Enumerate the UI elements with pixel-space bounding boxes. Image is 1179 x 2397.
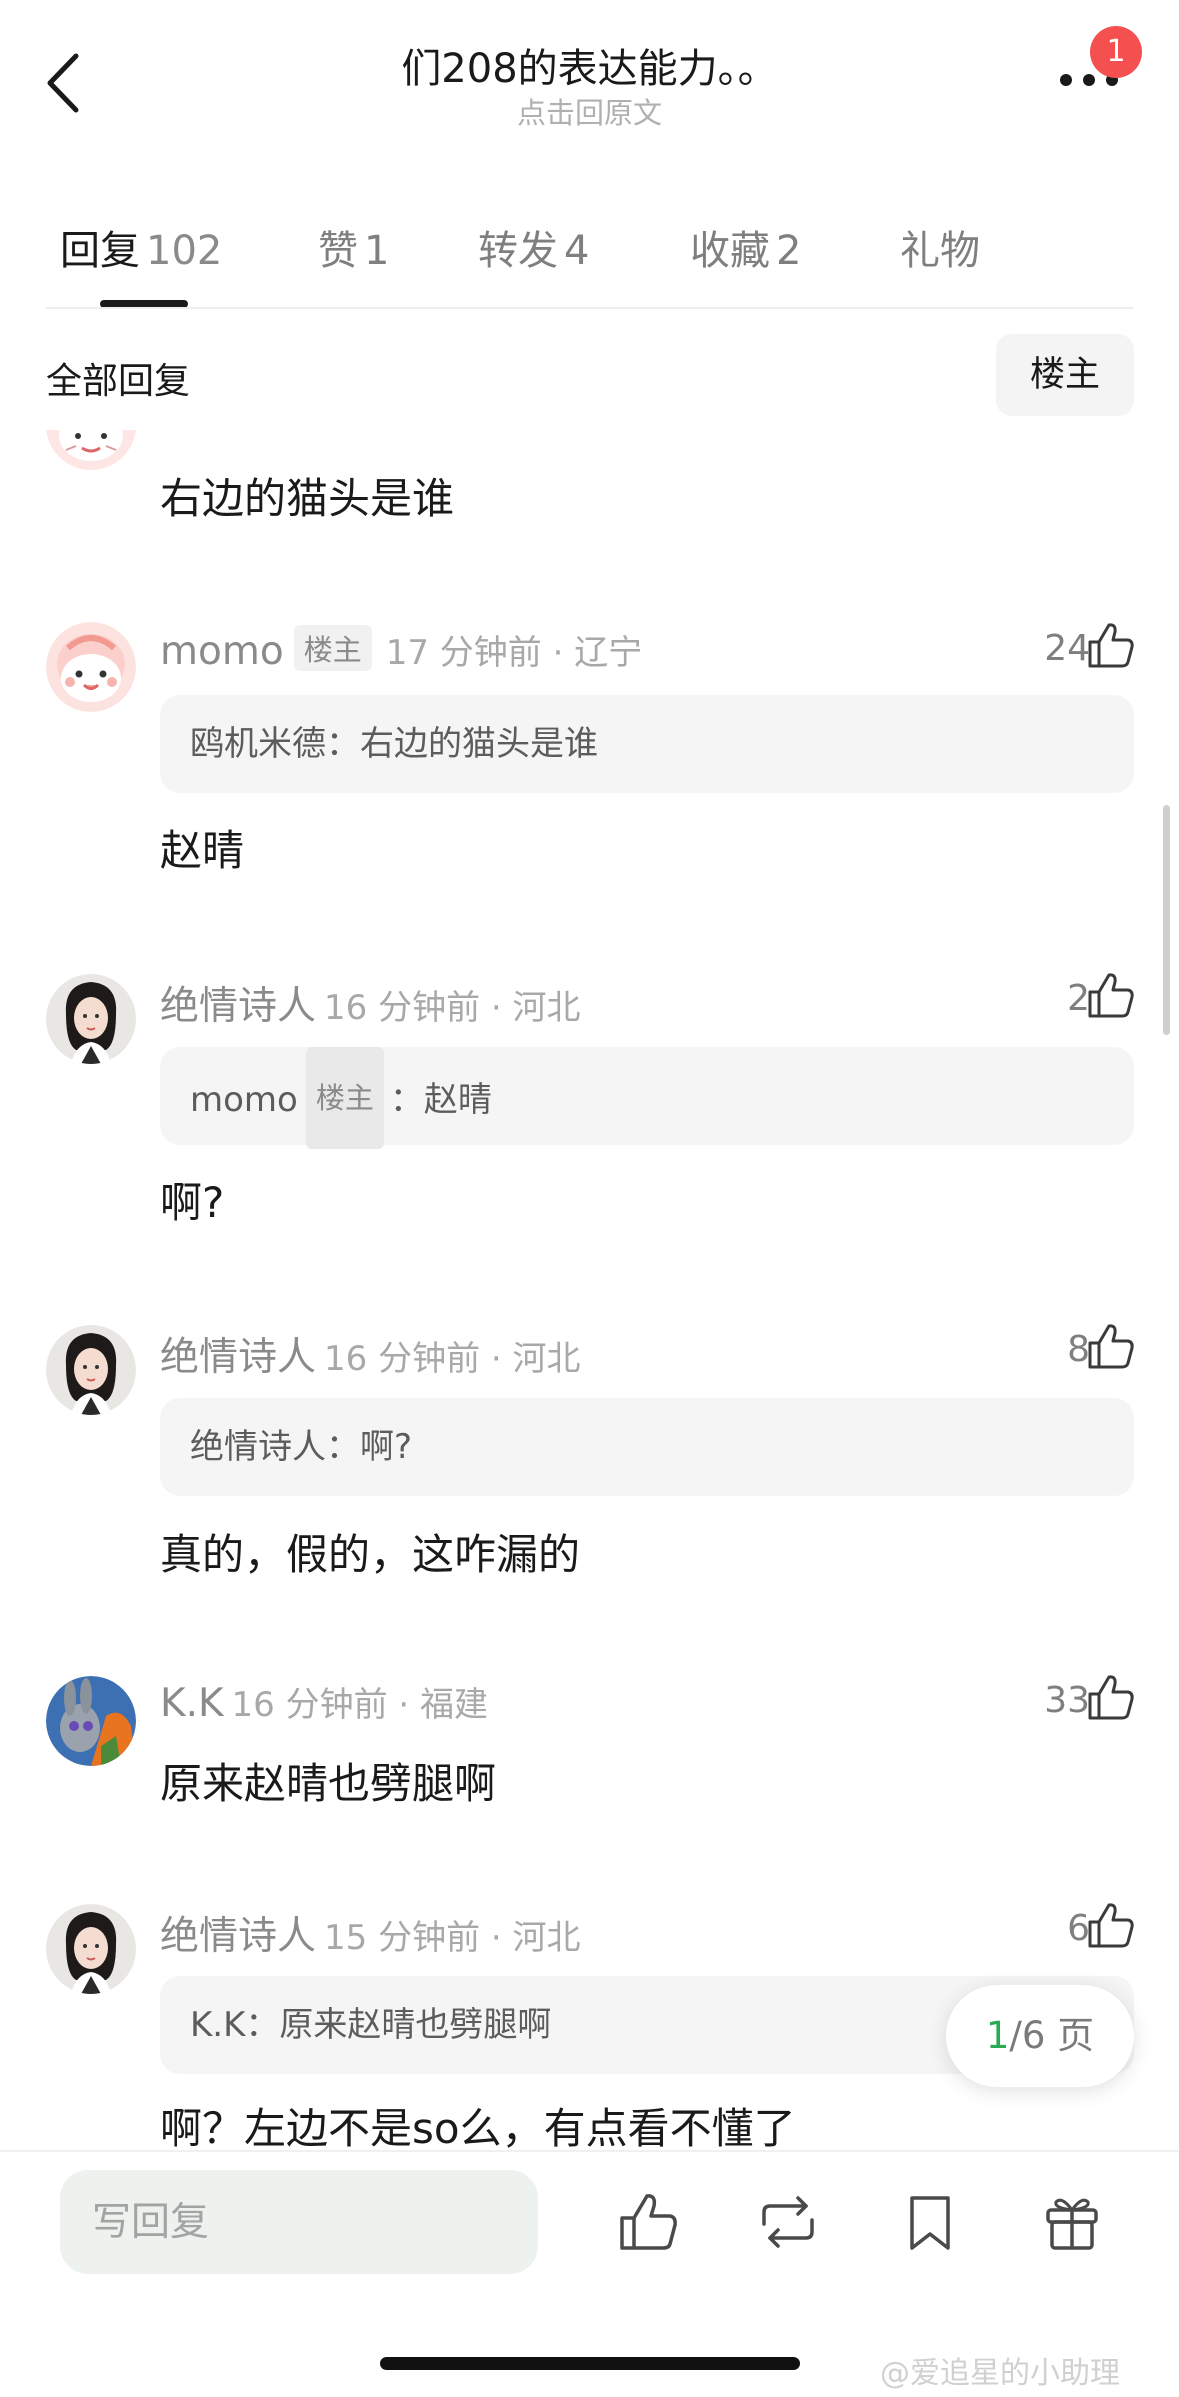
page-indicator-button[interactable]: 1/6 页: [946, 1985, 1134, 2087]
thumbs-up-icon[interactable]: [1086, 620, 1136, 670]
gift-icon[interactable]: [1040, 2190, 1104, 2254]
notification-badge: 1: [1090, 26, 1142, 78]
quote-text: 绝情诗人：啊?: [190, 1427, 413, 1467]
bookmark-icon[interactable]: [898, 2190, 962, 2254]
author-name[interactable]: 绝情诗人: [160, 1335, 316, 1380]
like-count: 8: [1067, 1329, 1090, 1370]
comment-text: 啊?: [160, 1178, 225, 1227]
thumbs-up-icon[interactable]: [1086, 1900, 1136, 1950]
tab-reposts[interactable]: 转发 4: [478, 218, 589, 276]
comment-meta: 16 分钟前 · 河北: [324, 988, 581, 1028]
like-count: 2: [1067, 978, 1090, 1019]
comment-author[interactable]: momo 楼主 17 分钟前 · 辽宁: [160, 625, 642, 674]
comment-author[interactable]: 绝情诗人 15 分钟前 · 河北: [160, 1905, 581, 1961]
like-count: 24: [1044, 628, 1090, 669]
tab-replies[interactable]: 回复 102: [60, 218, 222, 276]
op-only-filter-button[interactable]: 楼主: [996, 334, 1134, 416]
total-pages: /6 页: [1009, 2014, 1095, 2057]
watermark: @爱追星的小助理: [880, 2356, 1120, 2391]
author-name[interactable]: 绝情诗人: [160, 1914, 316, 1959]
avatar[interactable]: [46, 974, 136, 1064]
back-to-original-link[interactable]: 点击回原文: [0, 90, 1179, 132]
comment-text: 真的，假的，这咋漏的: [160, 1530, 581, 1579]
tabs-divider: [46, 307, 1134, 309]
comment-meta: 17 分钟前 · 辽宁: [385, 633, 643, 673]
avatar[interactable]: [46, 1904, 136, 1994]
repost-icon[interactable]: [756, 2190, 820, 2254]
quoted-reply[interactable]: momo 楼主 ：赵晴: [160, 1047, 1134, 1149]
quoted-reply[interactable]: 鸥机米德：右边的猫头是谁: [160, 695, 1134, 793]
comment-text-clip: 啊？左边不是so么，有点看不懂了: [0, 2085, 1179, 2149]
comment-text: 赵晴: [160, 826, 245, 875]
author-name[interactable]: K.K: [160, 1681, 224, 1726]
tab-favorites[interactable]: 收藏 2: [690, 218, 801, 276]
comment-meta: 16 分钟前 · 福建: [231, 1685, 489, 1725]
comment-text: 原来赵晴也劈腿啊: [160, 1759, 497, 1808]
author-name[interactable]: momo: [160, 629, 284, 674]
comment-author[interactable]: K.K 16 分钟前 · 福建: [160, 1677, 488, 1726]
comment-meta: 15 分钟前 · 河北: [324, 1918, 581, 1958]
quote-text: K.K：原来赵晴也劈腿啊: [190, 2005, 552, 2045]
current-page: 1: [985, 2014, 1010, 2057]
quote-text: momo 楼主 ：赵晴: [190, 1047, 492, 1149]
like-count: 6: [1067, 1908, 1090, 1949]
avatar[interactable]: [46, 1676, 136, 1766]
page-title[interactable]: 们208的表达能力。。: [0, 36, 1179, 94]
section-title: 全部回复: [46, 361, 191, 402]
home-indicator[interactable]: [380, 2357, 800, 2370]
thumbs-up-icon[interactable]: [1086, 970, 1136, 1020]
comment-text: 啊？左边不是so么，有点看不懂了: [160, 2104, 796, 2149]
tab-likes[interactable]: 赞1: [318, 218, 389, 276]
comment-author[interactable]: 绝情诗人 16 分钟前 · 河北: [160, 975, 581, 1031]
comment-meta: 16 分钟前 · 河北: [324, 1339, 581, 1379]
bottom-bar-divider: [0, 2150, 1179, 2152]
quote-text: 鸥机米德：右边的猫头是谁: [190, 724, 598, 764]
like-count: 33: [1044, 1680, 1090, 1721]
like-icon[interactable]: [616, 2190, 680, 2254]
scrollbar[interactable]: [1163, 805, 1170, 1035]
quoted-reply[interactable]: 绝情诗人：啊?: [160, 1398, 1134, 1496]
thumbs-up-icon[interactable]: [1086, 1321, 1136, 1371]
op-badge: 楼主: [293, 625, 372, 671]
avatar[interactable]: [46, 430, 136, 470]
comment-text: 右边的猫头是谁: [160, 474, 455, 523]
tab-gifts[interactable]: 礼物: [900, 218, 986, 276]
author-name[interactable]: 绝情诗人: [160, 984, 316, 1029]
comment-item: 右边的猫头是谁: [0, 430, 1179, 540]
avatar[interactable]: [46, 1325, 136, 1415]
thumbs-up-icon[interactable]: [1086, 1672, 1136, 1722]
reply-input[interactable]: [60, 2170, 538, 2274]
comment-author[interactable]: 绝情诗人 16 分钟前 · 河北: [160, 1326, 581, 1382]
avatar[interactable]: [46, 622, 136, 712]
